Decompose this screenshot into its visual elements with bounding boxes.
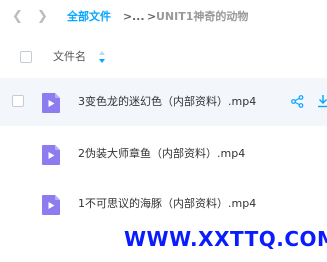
download-icon[interactable] bbox=[317, 94, 327, 108]
chevron-right-icon[interactable]: ❯ bbox=[37, 8, 48, 26]
chevron-left-icon[interactable]: ❮ bbox=[12, 8, 23, 26]
file-name[interactable]: 1不可思议的海豚（内部资料）.mp4 bbox=[78, 196, 256, 212]
breadcrumb-separator: > bbox=[123, 10, 133, 23]
breadcrumb-current-folder: UNIT1神奇的动物 bbox=[156, 10, 249, 23]
sort-icon[interactable] bbox=[99, 51, 105, 63]
file-row[interactable]: 3变色龙的迷幻色（内部资料）.mp4 bbox=[0, 78, 327, 126]
video-file-icon bbox=[42, 145, 60, 165]
video-file-icon bbox=[42, 93, 60, 113]
breadcrumb-bar: ❮ ❯ 全部文件 > ... > UNIT1神奇的动物 bbox=[0, 0, 327, 34]
breadcrumb-separator: > bbox=[147, 10, 157, 23]
breadcrumb-root-link[interactable]: 全部文件 bbox=[67, 9, 111, 25]
file-name[interactable]: 3变色龙的迷幻色（内部资料）.mp4 bbox=[78, 94, 256, 110]
select-all-checkbox[interactable] bbox=[20, 51, 32, 63]
file-row[interactable]: 2伪装大师章鱼（内部资料）.mp4 bbox=[0, 130, 327, 178]
watermark-text: WWW.XXTTQ.COM bbox=[124, 227, 327, 251]
file-list-header: 文件名 bbox=[0, 38, 327, 76]
file-row[interactable]: 1不可思议的海豚（内部资料）.mp4 bbox=[0, 180, 327, 228]
file-checkbox[interactable] bbox=[12, 95, 24, 107]
breadcrumb-ellipsis[interactable]: ... bbox=[132, 9, 145, 25]
video-file-icon bbox=[42, 195, 60, 215]
share-icon[interactable] bbox=[291, 95, 304, 108]
file-name[interactable]: 2伪装大师章鱼（内部资料）.mp4 bbox=[78, 146, 245, 162]
column-header-filename[interactable]: 文件名 bbox=[53, 49, 86, 65]
